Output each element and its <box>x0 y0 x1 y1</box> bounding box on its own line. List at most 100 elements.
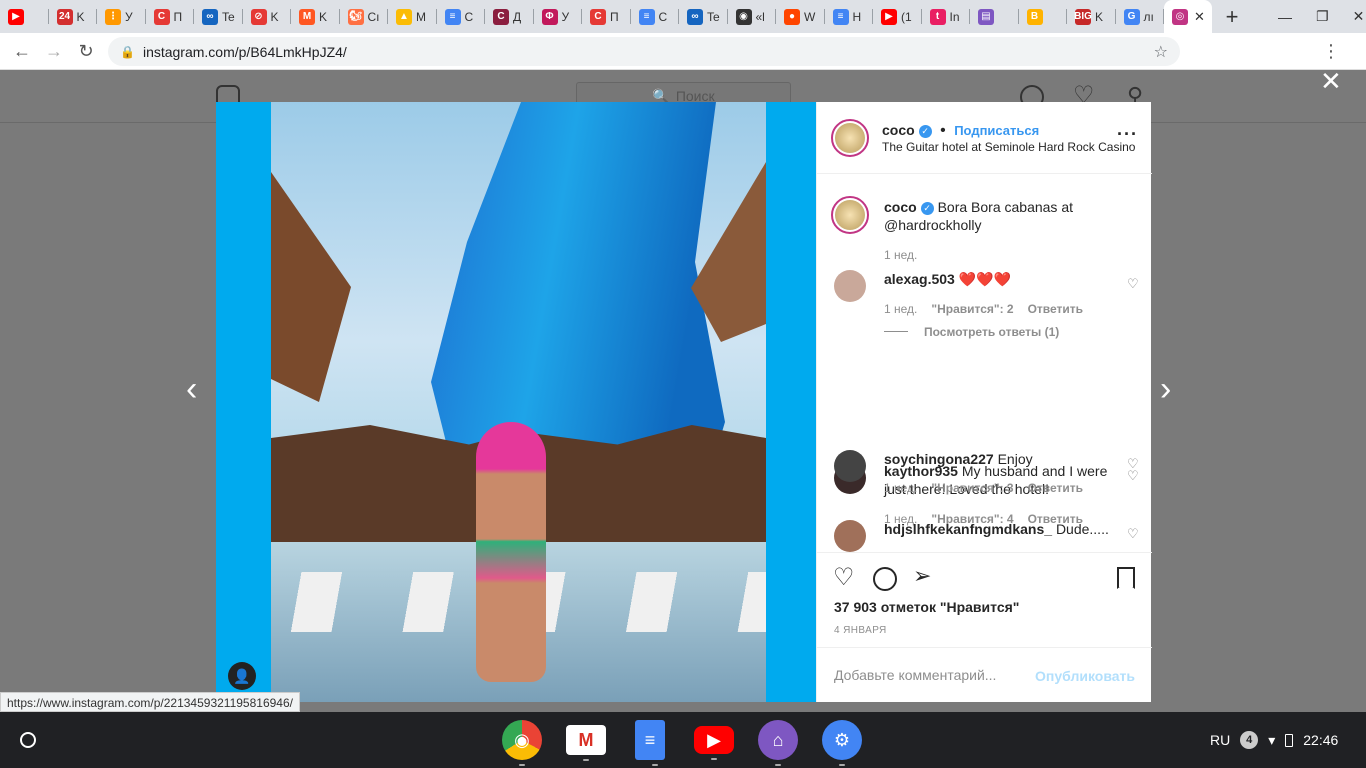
menu-dots-icon[interactable]: ⋮ <box>1322 41 1340 62</box>
close-icon[interactable]: ✕ <box>1320 70 1342 94</box>
person-figure <box>476 422 546 682</box>
comment-username[interactable]: kaythor935 <box>884 463 958 479</box>
post-photo[interactable]: 👤 <box>216 102 816 702</box>
close-tab-icon[interactable]: ✕ <box>1194 9 1205 25</box>
browser-tab[interactable]: ≡ C <box>631 0 680 33</box>
browser-tab[interactable]: 🐿 Сı <box>340 0 389 33</box>
browser-tab-active[interactable]: ◎ ✕ <box>1164 0 1212 33</box>
browser-tab[interactable]: ▶ <box>0 0 49 33</box>
browser-tab[interactable]: ▤ <box>970 0 1019 33</box>
previous-arrow-icon[interactable]: ‹ <box>186 370 197 409</box>
system-tray[interactable]: RU 4 ▾ 22:46 <box>1210 712 1338 768</box>
view-replies-button[interactable]: Посмотреть ответы (1) <box>884 325 1059 339</box>
browser-tab[interactable]: 24 K <box>49 0 98 33</box>
browser-tab[interactable]: ΦУ <box>534 0 583 33</box>
share-send-icon[interactable]: ➢ <box>913 563 931 589</box>
notification-count[interactable]: 4 <box>1240 731 1259 749</box>
tab-title: M <box>416 9 426 24</box>
restore-icon[interactable]: ❐ <box>1316 8 1329 25</box>
comments-list[interactable]: coco ✓ Bora Bora cabanas at @hardrockholl… <box>817 174 1152 552</box>
bookmark-star-icon[interactable]: ☆ <box>1154 42 1168 62</box>
back-icon[interactable]: ← <box>6 41 38 62</box>
next-arrow-icon[interactable]: › <box>1160 370 1171 409</box>
browser-tab[interactable]: ⊘ K <box>243 0 292 33</box>
browser-tab[interactable]: ≡ C <box>437 0 486 33</box>
assistant-icon[interactable]: ⌂ <box>758 720 798 766</box>
browser-tab[interactable]: ● W <box>776 0 825 33</box>
tagged-user-icon[interactable]: 👤 <box>228 662 256 690</box>
caption: coco ✓ Bora Bora cabanas at @hardrockholl… <box>884 198 1114 234</box>
comment-avatar[interactable] <box>834 270 866 302</box>
avatar[interactable] <box>831 119 869 157</box>
browser-tab[interactable]: ≡ H <box>825 0 874 33</box>
docs-icon[interactable]: ≡ <box>635 720 665 766</box>
comment-likes[interactable]: "Нравится": 4 <box>931 512 1013 526</box>
post-username[interactable]: coco <box>882 122 915 138</box>
browser-tab[interactable]: B <box>1019 0 1068 33</box>
browser-tab[interactable]: t In <box>922 0 971 33</box>
caption-username[interactable]: coco <box>884 199 917 215</box>
save-bookmark-icon[interactable] <box>1117 567 1135 589</box>
forward-icon[interactable]: → <box>38 41 70 62</box>
address-bar[interactable]: 🔒 instagram.com/p/B64LmkHpJZ4/ ☆ <box>108 37 1180 66</box>
post-modal: 👤 coco ✓ • Подписаться The Guitar hotel a… <box>216 102 1152 702</box>
tab-title: C <box>464 9 474 24</box>
more-options-icon[interactable]: ··· <box>1117 124 1138 145</box>
tab-title: У <box>561 9 570 24</box>
comment-meta: 1 нед. "Нравится": 4 Ответить <box>884 512 1083 526</box>
browser-tab[interactable]: ∞ Te <box>679 0 728 33</box>
reply-button[interactable]: Ответить <box>1028 302 1083 316</box>
launcher-icon[interactable] <box>20 732 36 748</box>
comment-bubble-icon[interactable] <box>873 567 897 591</box>
post-header: coco ✓ • Подписаться The Guitar hotel at … <box>817 102 1152 174</box>
view-replies-label: Посмотреть ответы (1) <box>924 325 1060 339</box>
comment-username[interactable]: alexag.503 <box>884 271 955 287</box>
comment-like-heart-icon[interactable]: ♡ <box>1127 468 1139 484</box>
verified-badge-icon: ✓ <box>918 125 932 138</box>
close-window-icon[interactable]: ✕ <box>1353 8 1365 25</box>
comment-like-heart-icon[interactable]: ♡ <box>1127 276 1139 292</box>
browser-tab[interactable]: CП <box>146 0 195 33</box>
chrome-icon[interactable]: ◉ <box>502 720 542 766</box>
add-comment-input[interactable]: Добавьте комментарий... Опубликовать <box>817 647 1152 702</box>
comment-time: 1 нед. <box>884 512 918 526</box>
tab-title: W <box>804 9 816 24</box>
browser-tab[interactable]: ◉ «l <box>728 0 777 33</box>
youtube-icon[interactable]: ▶ <box>694 726 734 760</box>
gmail-icon[interactable]: M <box>566 725 606 761</box>
tab-title: K <box>76 9 85 24</box>
new-tab-icon[interactable]: + <box>1212 4 1252 30</box>
instagram-icon: ◎ <box>1172 8 1188 25</box>
comment-likes[interactable]: "Нравится": 2 <box>931 302 1013 316</box>
post-author-line: coco ✓ • Подписаться <box>882 122 1040 139</box>
caption-avatar[interactable] <box>831 196 869 234</box>
like-heart-icon[interactable]: ♡ <box>833 563 855 592</box>
browser-tab[interactable]: MK <box>291 0 340 33</box>
clock[interactable]: 22:46 <box>1303 732 1338 748</box>
browser-tab[interactable]: CД <box>485 0 534 33</box>
reload-icon[interactable]: ↻ <box>70 41 102 62</box>
likes-count[interactable]: 37 903 отметок "Нравится" <box>834 599 1019 615</box>
publish-button[interactable]: Опубликовать <box>1035 668 1135 684</box>
chromeos-shelf: ◉ M ≡ ▶ ⌂ ⚙ RU 4 ▾ 22:46 <box>0 712 1366 768</box>
follow-button[interactable]: Подписаться <box>954 123 1039 138</box>
tab-strip: ▶ 24 K ⋮ У C П ∞ Te ⊘ K M K 🐿 Сı ▲ M ≡ C C Д Φ У C П ≡ C ∞ Te ◉ «l ● W ≡ H… <box>0 0 1366 33</box>
reply-button[interactable]: Ответить <box>1028 512 1083 526</box>
docs-icon: ≡ <box>444 8 461 25</box>
post-location[interactable]: The Guitar hotel at Seminole Hard Rock C… <box>882 140 1140 154</box>
browser-tab[interactable]: Gлı <box>1116 0 1165 33</box>
browser-tab[interactable]: ▶ (1 <box>873 0 922 33</box>
browser-tab[interactable]: ⋮ У <box>97 0 146 33</box>
app-running-indicator <box>583 759 589 761</box>
browser-tab[interactable]: ▲ M <box>388 0 437 33</box>
tab-title: «l <box>755 9 765 24</box>
minimize-icon[interactable]: — <box>1278 9 1292 25</box>
language-indicator[interactable]: RU <box>1210 732 1230 748</box>
browser-tab[interactable]: BIG K <box>1067 0 1116 33</box>
browser-tab[interactable]: ∞ Te <box>194 0 243 33</box>
browser-tab[interactable]: CП <box>582 0 631 33</box>
comment-avatar[interactable] <box>834 462 866 494</box>
tab-title: Te <box>707 9 720 24</box>
settings-icon[interactable]: ⚙ <box>822 720 862 766</box>
phi-icon: Φ <box>541 8 558 25</box>
